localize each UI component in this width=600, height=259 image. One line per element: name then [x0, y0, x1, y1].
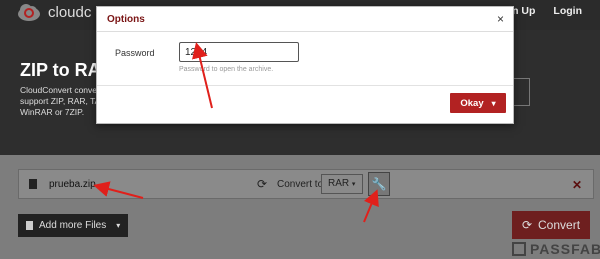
arrow-to-wrench — [363, 189, 379, 223]
arrow-to-password — [192, 42, 213, 109]
annotation-arrows — [93, 42, 379, 223]
arrow-to-filename — [93, 181, 144, 199]
